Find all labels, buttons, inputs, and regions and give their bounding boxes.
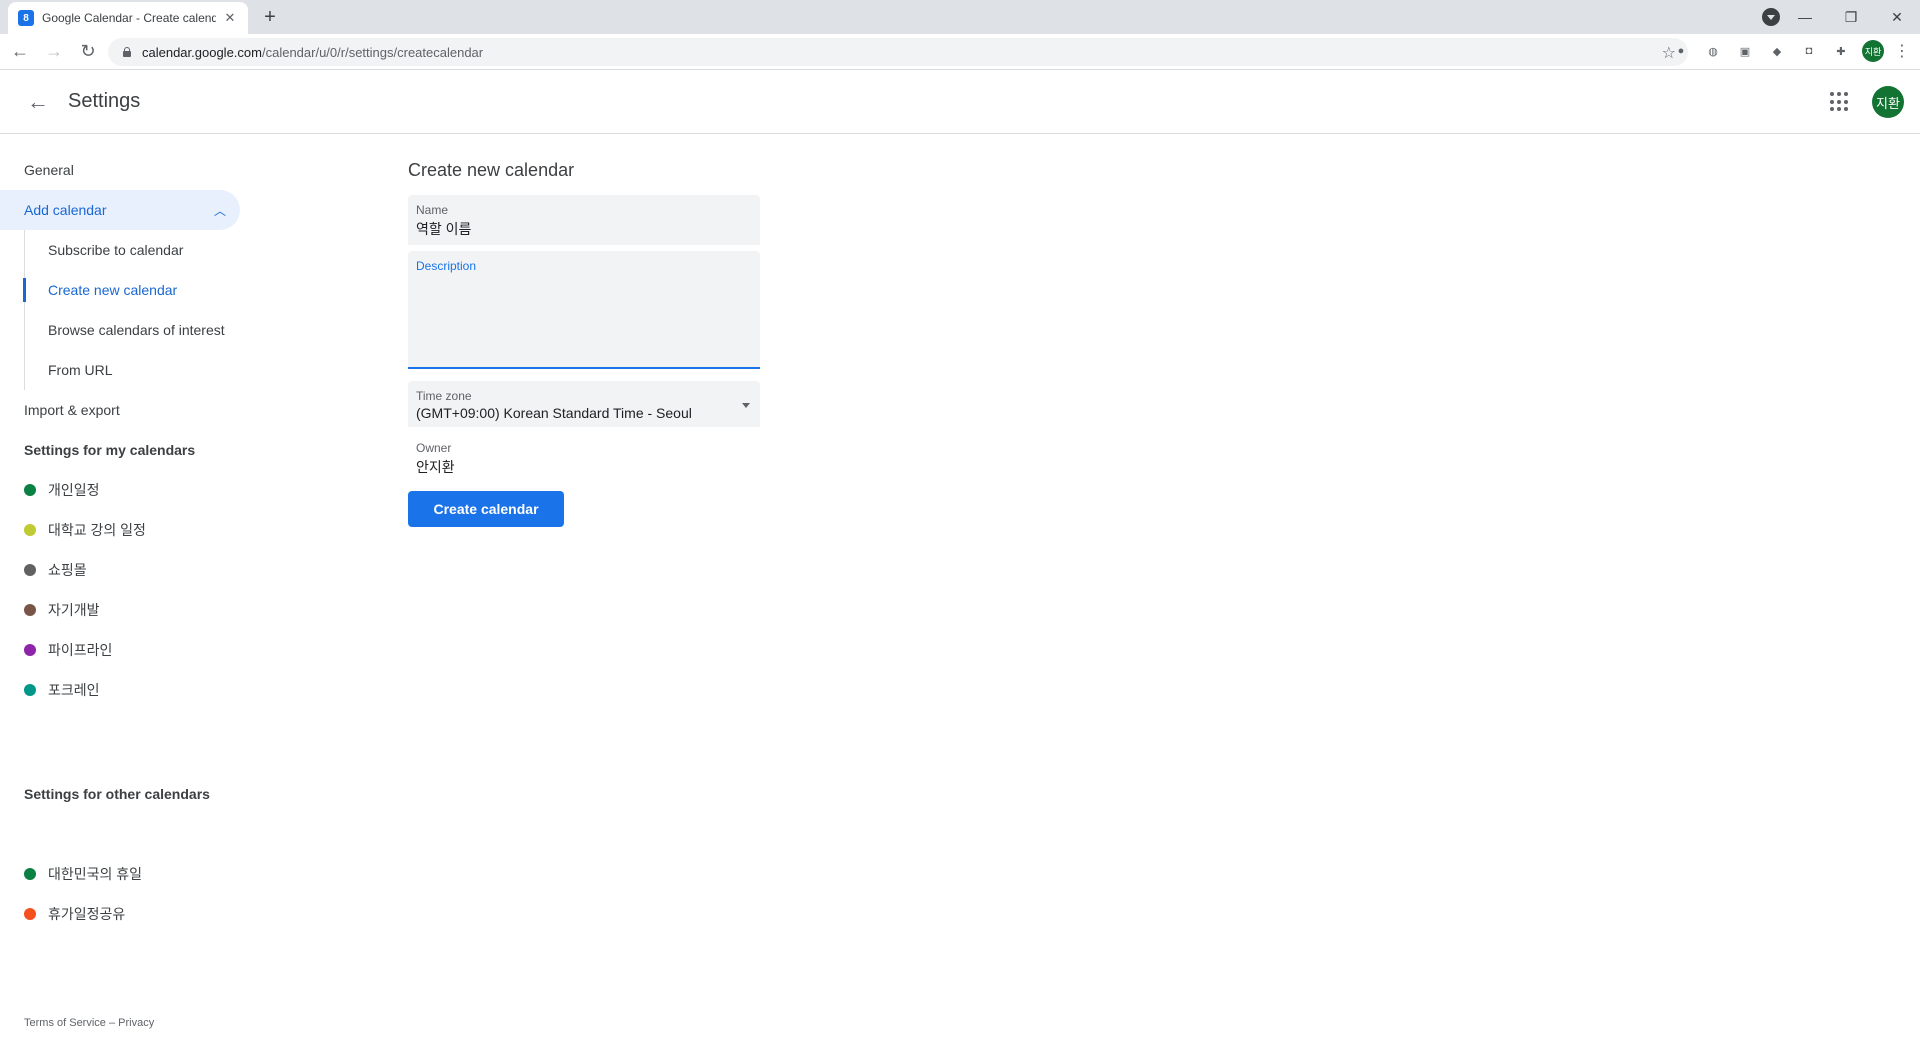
other-calendars-heading: Settings for other calendars <box>24 786 210 802</box>
tab-title: Google Calendar - Create calendar <box>42 11 216 25</box>
settings-back-icon[interactable]: ← <box>22 86 54 118</box>
calendar-name: 휴가일정공유 <box>48 906 126 922</box>
green-extension-icon[interactable]: ▣ <box>1734 40 1756 62</box>
sidebar-item-general[interactable]: General <box>0 150 260 190</box>
name-value: 역할 이름 <box>416 221 472 237</box>
calendar-item[interactable]: 파이프라인 <box>0 630 260 670</box>
sidebar-item-add-calendar[interactable]: Add calendar ︿ <box>0 190 240 230</box>
create-calendar-button[interactable]: Create calendar <box>408 491 564 527</box>
calendar-item[interactable]: 휴가일정공유 <box>0 894 260 934</box>
settings-sidebar: General Add calendar ︿ Subscribe to cale… <box>0 150 260 934</box>
camera-extension-icon[interactable]: ◘ <box>1798 40 1820 62</box>
restore-icon[interactable]: ❐ <box>1828 0 1874 34</box>
calendar-item[interactable]: 쇼핑몰 <box>0 550 260 590</box>
account-avatar[interactable]: 지환 <box>1872 86 1904 118</box>
lock-icon <box>122 47 132 57</box>
window-controls: — ❐ ✕ <box>1782 0 1920 34</box>
name-label: Name <box>416 203 449 217</box>
add-calendar-submenu: Subscribe to calendar Create new calenda… <box>23 230 260 390</box>
url-text: calendar.google.com/calendar/u/0/r/setti… <box>142 44 484 60</box>
owner-info: Owner 안지환 <box>408 433 760 485</box>
owner-value: 안지환 <box>416 459 455 475</box>
timezone-value: (GMT+09:00) Korean Standard Time - Seoul <box>416 405 692 421</box>
dropdown-arrow-icon <box>742 403 750 408</box>
form-title: Create new calendar <box>408 160 575 180</box>
calendar-name: 자기개발 <box>48 602 100 618</box>
minimize-icon[interactable]: — <box>1782 0 1828 34</box>
calendar-name: 개인일정 <box>48 482 100 498</box>
create-calendar-form: Create new calendar Name 역할 이름 Descripti… <box>408 160 760 527</box>
description-label: Description <box>416 259 477 273</box>
browser-menu-icon[interactable]: ⋮ <box>1894 41 1910 61</box>
sidebar-item-create-new[interactable]: Create new calendar <box>23 270 260 310</box>
calendar-item[interactable]: 포크레인 <box>0 670 260 710</box>
calendar-item[interactable]: 대한민국의 휴일 <box>0 854 260 894</box>
calendar-color-dot <box>24 524 36 536</box>
tab-search-icon[interactable] <box>1762 8 1780 26</box>
sidebar-item-label: Add calendar <box>24 202 107 218</box>
calendar-color-dot <box>24 908 36 920</box>
calendar-name: 파이프라인 <box>48 642 113 658</box>
cookie-extension-icon[interactable]: ● <box>1670 40 1692 62</box>
window-close-icon[interactable]: ✕ <box>1874 0 1920 34</box>
calendar-color-dot <box>24 684 36 696</box>
description-field[interactable]: Description <box>408 251 760 369</box>
calendar-item[interactable]: 자기개발 <box>0 590 260 630</box>
google-apps-icon[interactable] <box>1830 92 1850 112</box>
puzzle-extensions-icon[interactable]: ✚ <box>1830 40 1852 62</box>
name-field[interactable]: Name 역할 이름 <box>408 195 760 245</box>
chevron-up-icon: ︿ <box>213 204 226 218</box>
page-title: Settings <box>68 90 141 112</box>
calendar-color-dot <box>24 564 36 576</box>
app-header: ← Settings 지환 <box>0 70 1920 134</box>
calendar-color-dot <box>24 644 36 656</box>
owner-label: Owner <box>416 441 452 455</box>
browser-tabstrip: 8 Google Calendar - Create calendar ✕ + … <box>0 0 1920 34</box>
sidebar-item-browse[interactable]: Browse calendars of interest <box>25 310 260 350</box>
profile-avatar[interactable]: 지환 <box>1862 40 1884 62</box>
new-tab-button[interactable]: + <box>258 5 282 29</box>
timezone-label: Time zone <box>416 389 472 403</box>
tab-close-icon[interactable]: ✕ <box>222 10 238 26</box>
footer-links[interactable]: Terms of Service – Privacy <box>24 1017 154 1029</box>
timezone-select[interactable]: Time zone (GMT+09:00) Korean Standard Ti… <box>408 381 760 427</box>
calendar-name: 쇼핑몰 <box>48 562 87 578</box>
calendar-name: 대한민국의 휴일 <box>48 866 143 882</box>
back-icon[interactable]: ← <box>6 38 34 66</box>
calendar-item[interactable]: 개인일정 <box>0 470 260 510</box>
sidebar-item-subscribe[interactable]: Subscribe to calendar <box>25 230 260 270</box>
browser-tab[interactable]: 8 Google Calendar - Create calendar ✕ <box>8 2 248 34</box>
browser-toolbar: ← → ↻ calendar.google.com/calendar/u/0/r… <box>0 34 1920 70</box>
calendar-color-dot <box>24 484 36 496</box>
sidebar-item-from-url[interactable]: From URL <box>25 350 260 390</box>
my-calendars-heading: Settings for my calendars <box>24 442 196 458</box>
extensions-row: ● ◍ ▣ ◆ ◘ ✚ 지환 ⋮ <box>1670 40 1910 62</box>
calendar-favicon-icon: 8 <box>18 10 34 26</box>
calendar-name: 포크레인 <box>48 682 100 698</box>
reload-icon[interactable]: ↻ <box>74 38 102 66</box>
forward-icon[interactable]: → <box>40 38 68 66</box>
sidebar-item-import-export[interactable]: Import & export <box>0 390 260 430</box>
calendar-color-dot <box>24 604 36 616</box>
address-bar[interactable]: calendar.google.com/calendar/u/0/r/setti… <box>108 38 1688 66</box>
tag-extension-icon[interactable]: ◆ <box>1766 40 1788 62</box>
calendar-item[interactable]: 대학교 강의 일정 <box>0 510 260 550</box>
calendar-name: 대학교 강의 일정 <box>48 522 146 538</box>
globe-extension-icon[interactable]: ◍ <box>1702 40 1724 62</box>
calendar-color-dot <box>24 868 36 880</box>
